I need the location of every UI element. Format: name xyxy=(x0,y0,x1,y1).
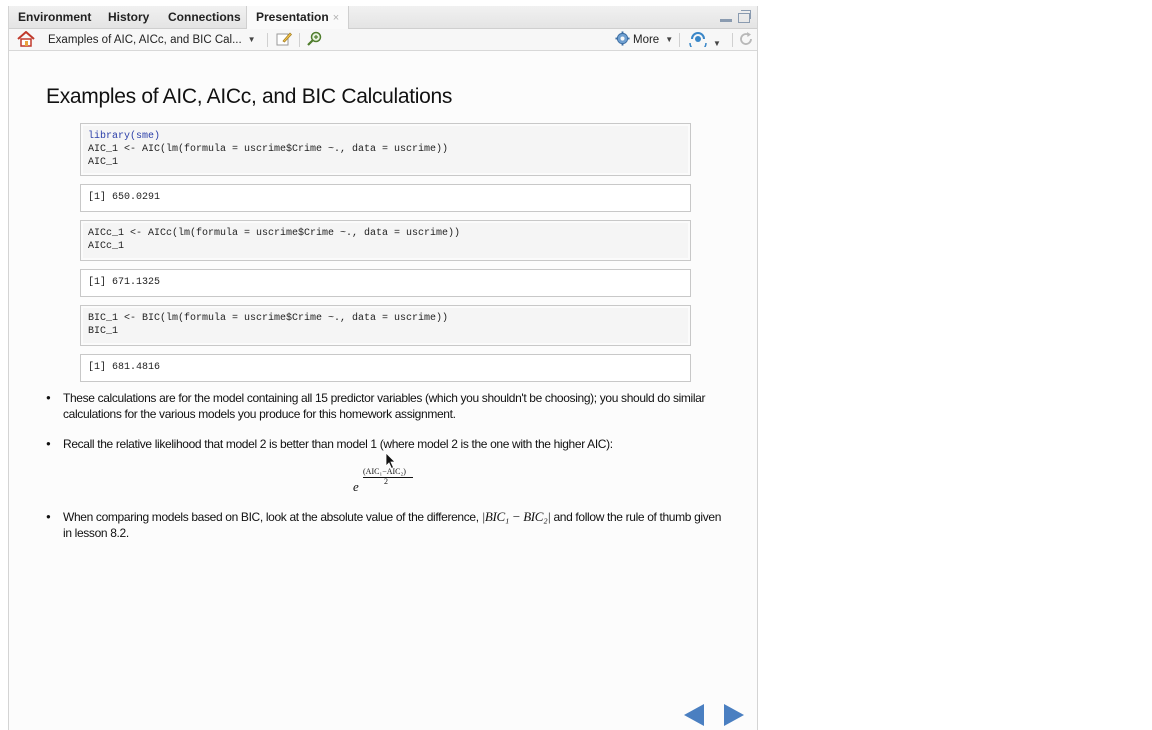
formula-denominator: 2 xyxy=(384,477,388,486)
tab-close-icon[interactable]: × xyxy=(333,12,339,24)
toolbar-divider xyxy=(732,33,733,47)
tab-connections[interactable]: Connections xyxy=(159,6,250,28)
publish-icon xyxy=(689,32,707,52)
toolbar-divider xyxy=(267,33,268,47)
code-block: BIC_1 <- BIC(lm(formula = uscrime$Crime … xyxy=(80,305,691,346)
code-line: library(sme) xyxy=(88,130,683,143)
maximize-pane-icon[interactable] xyxy=(738,10,751,23)
toolbar-divider xyxy=(299,33,300,47)
math-expression: |BIC₁ − BIC₂| xyxy=(481,509,551,524)
more-button[interactable]: More ▼ xyxy=(615,31,673,48)
tab-environment[interactable]: Environment xyxy=(9,6,100,28)
bullet-text: When comparing models based on BIC, look… xyxy=(63,510,482,524)
tab-label: Connections xyxy=(168,10,241,24)
output-line: [1] 650.0291 xyxy=(88,192,161,203)
output-line: [1] 681.4816 xyxy=(88,362,161,373)
presentation-pane: Environment History Connections Presenta… xyxy=(8,6,758,730)
tab-presentation[interactable]: Presentation × xyxy=(246,6,350,29)
chevron-down-icon: ▼ xyxy=(665,35,674,44)
zoom-icon[interactable] xyxy=(306,31,324,47)
code-block: AICc_1 <- AICc(lm(formula = uscrime$Crim… xyxy=(80,220,691,261)
pane-tab-bar: Environment History Connections Presenta… xyxy=(9,6,757,29)
gear-icon xyxy=(615,31,630,46)
publish-button[interactable]: ▼ xyxy=(689,31,721,52)
output-block: [1] 671.1325 xyxy=(80,269,691,297)
chevron-down-icon: ▼ xyxy=(247,35,256,44)
slide-select-dropdown[interactable]: Examples of AIC, AICc, and BIC Cal... ▼ xyxy=(48,31,256,48)
code-line: BIC_1 <- BIC(lm(formula = uscrime$Crime … xyxy=(88,313,449,324)
slide-title: Examples of AIC, AICc, and BIC Calculati… xyxy=(46,85,453,108)
relative-likelihood-formula: e (AIC₁−AIC₂) 2 xyxy=(353,467,433,501)
code-line: AIC_1 <- AIC(lm(formula = uscrime$Crime … xyxy=(88,144,449,155)
minimize-pane-icon[interactable] xyxy=(720,12,732,22)
formula-base: e xyxy=(353,479,359,494)
tab-label: Presentation xyxy=(256,10,329,24)
bullet-item: When comparing models based on BIC, look… xyxy=(46,509,726,541)
code-line: BIC_1 xyxy=(88,326,119,337)
bullet-item: These calculations are for the model con… xyxy=(46,390,726,422)
code-line: AICc_1 xyxy=(88,241,125,252)
slide-content: Examples of AIC, AICc, and BIC Calculati… xyxy=(9,51,757,730)
refresh-icon[interactable] xyxy=(738,31,754,47)
mouse-cursor-icon xyxy=(385,452,396,470)
previous-slide-arrow-icon[interactable] xyxy=(683,703,705,727)
code-block: library(sme) AIC_1 <- AIC(lm(formula = us… xyxy=(80,123,691,176)
code-line: AIC_1 xyxy=(88,157,119,168)
edit-icon[interactable] xyxy=(275,31,293,47)
slide-select-label: Examples of AIC, AICc, and BIC Cal... xyxy=(48,34,242,46)
home-icon[interactable] xyxy=(17,31,35,47)
bullet-item: Recall the relative likelihood that mode… xyxy=(46,436,726,452)
next-slide-arrow-icon[interactable] xyxy=(723,703,745,727)
presentation-toolbar: Examples of AIC, AICc, and BIC Cal... ▼ M… xyxy=(9,29,757,52)
output-line: [1] 671.1325 xyxy=(88,277,161,288)
tab-history[interactable]: History xyxy=(99,6,158,28)
tab-label: Environment xyxy=(18,10,92,24)
toolbar-divider xyxy=(679,33,680,47)
fraction-bar xyxy=(363,477,413,478)
code-line: AICc_1 <- AICc(lm(formula = uscrime$Crim… xyxy=(88,228,461,239)
chevron-down-icon: ▼ xyxy=(713,39,721,48)
tab-label: History xyxy=(108,10,150,24)
code-line-text: library(sme) xyxy=(88,131,161,142)
output-block: [1] 681.4816 xyxy=(80,354,691,382)
more-label: More xyxy=(633,34,660,46)
output-block: [1] 650.0291 xyxy=(80,184,691,212)
